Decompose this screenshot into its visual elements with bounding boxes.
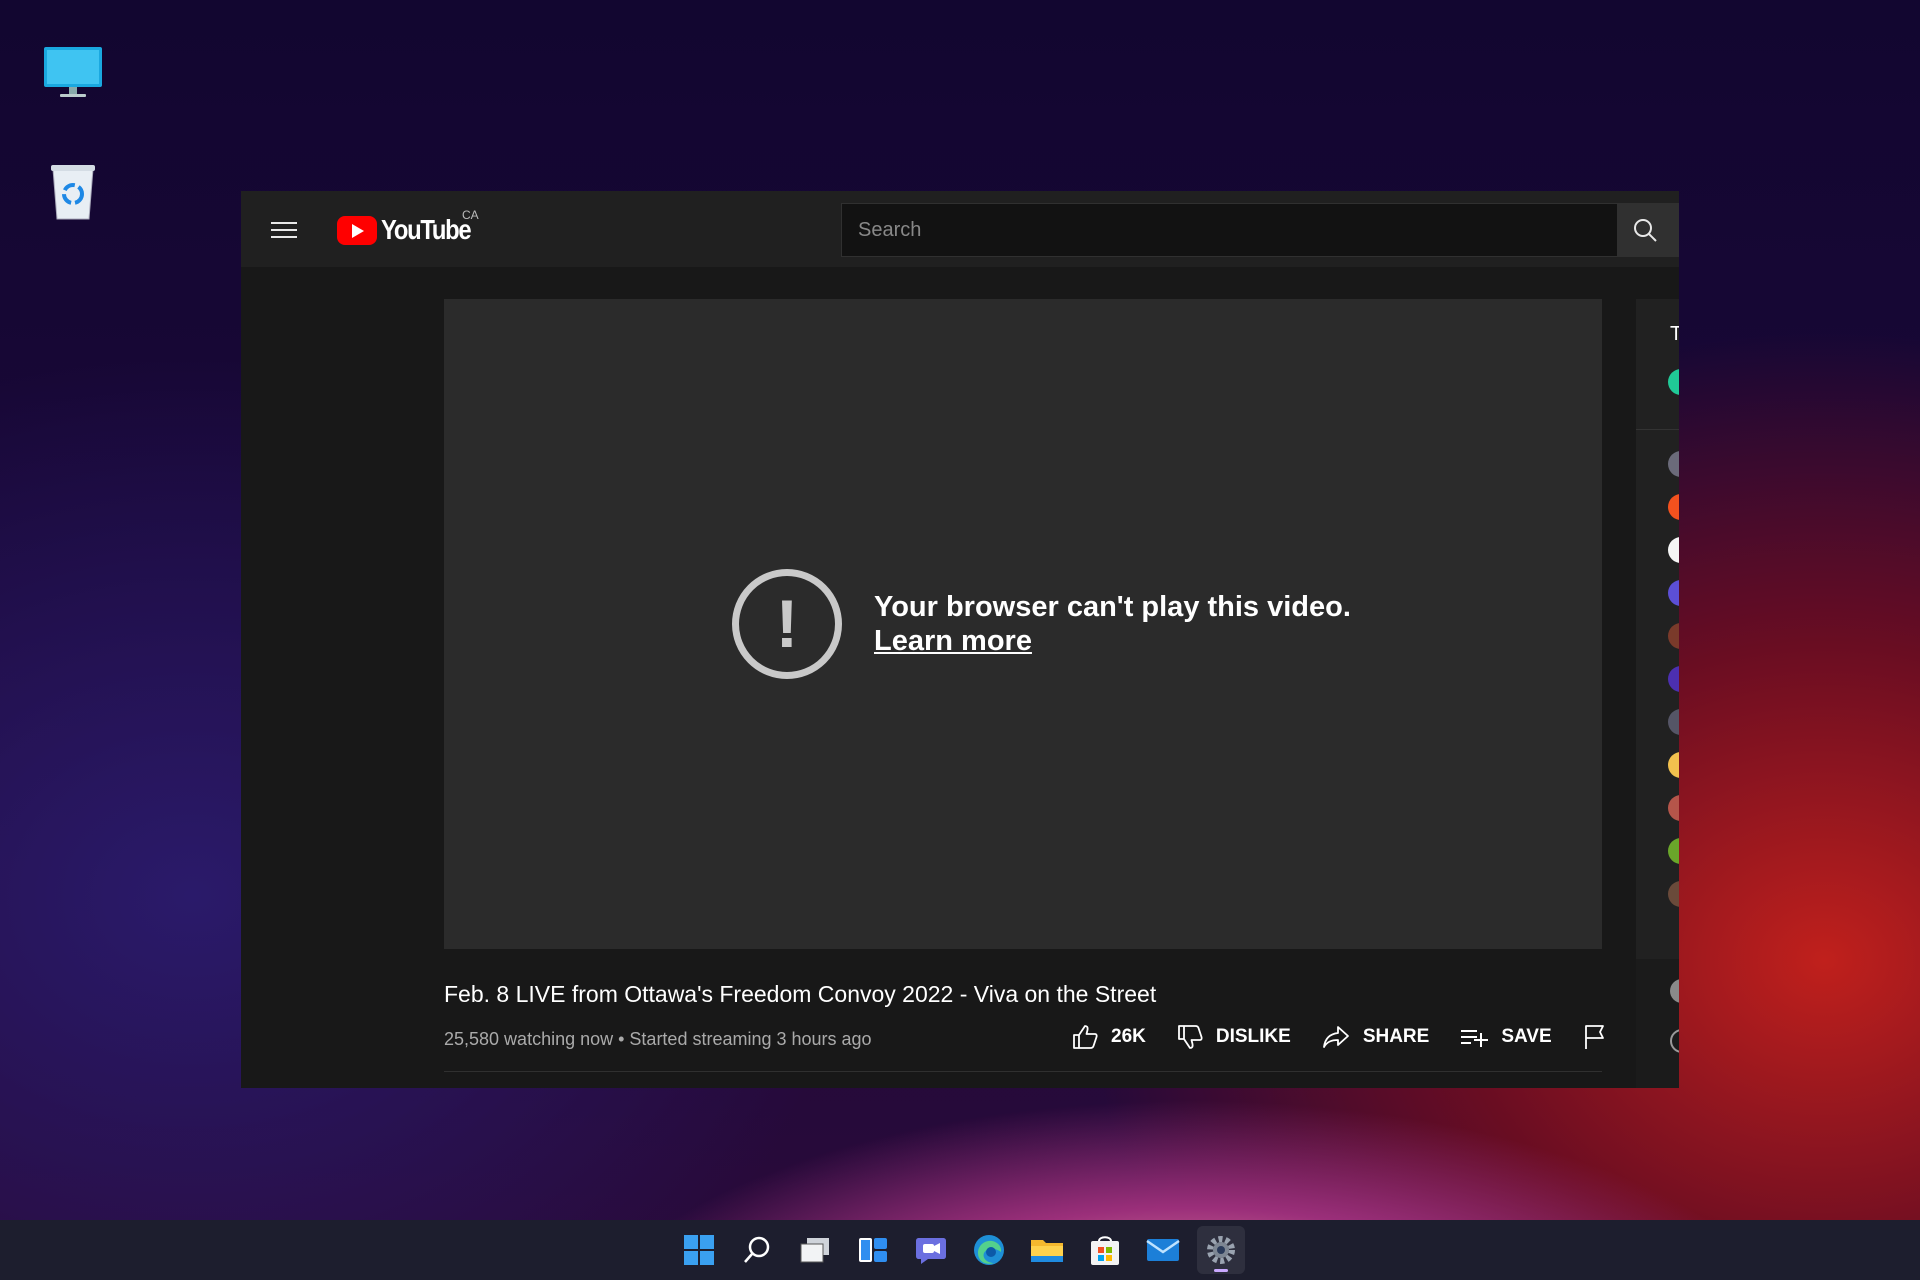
- chat-icon[interactable]: [907, 1226, 955, 1274]
- hamburger-menu-icon[interactable]: [271, 217, 297, 241]
- thumbs-up-icon: [1073, 1025, 1098, 1049]
- chat-avatar: [1668, 580, 1679, 606]
- playlist-add-icon: [1461, 1030, 1489, 1047]
- playback-error: ! Your browser can't play this video. Le…: [732, 569, 1351, 679]
- store-icon[interactable]: [1081, 1226, 1129, 1274]
- country-code: CA: [462, 208, 479, 222]
- like-count: 26K: [1111, 1026, 1146, 1047]
- save-button[interactable]: SAVE: [1459, 1023, 1552, 1051]
- task-view-icon[interactable]: [791, 1226, 839, 1274]
- chat-avatar: [1668, 623, 1679, 649]
- start-icon[interactable]: [675, 1226, 723, 1274]
- dislike-label: DISLIKE: [1215, 1026, 1291, 1047]
- live-chat-panel: T: [1636, 299, 1679, 959]
- share-label: SHARE: [1362, 1026, 1430, 1047]
- chat-header: T: [1670, 323, 1679, 345]
- user-avatar: [1670, 979, 1679, 1003]
- widgets-icon[interactable]: [849, 1226, 897, 1274]
- chat-avatar: [1668, 752, 1679, 778]
- share-icon: [1322, 1026, 1349, 1048]
- video-meta: 25,580 watching now • Started streaming …: [444, 1029, 872, 1049]
- search-icon: [1634, 219, 1657, 242]
- chat-avatar: [1668, 881, 1679, 907]
- learn-more-link[interactable]: Learn more: [874, 625, 1032, 657]
- chat-avatar: [1668, 369, 1679, 395]
- chat-avatar: [1668, 494, 1679, 520]
- taskbar: [0, 1220, 1920, 1280]
- chat-avatar: [1668, 666, 1679, 692]
- recycle-bin-icon[interactable]: [40, 158, 106, 224]
- video-title: Feb. 8 LIVE from Ottawa's Freedom Convoy…: [444, 981, 1157, 1007]
- search-icon[interactable]: [733, 1226, 781, 1274]
- dislike-button[interactable]: DISLIKE: [1176, 1023, 1291, 1051]
- video-player[interactable]: ! Your browser can't play this video. Le…: [444, 299, 1602, 949]
- share-button[interactable]: SHARE: [1321, 1023, 1430, 1051]
- youtube-logo[interactable]: YouTube CA: [337, 208, 486, 246]
- video-actions: 26K DISLIKE SHARE SAVE: [1071, 1017, 1620, 1057]
- this-pc-icon[interactable]: [40, 40, 106, 106]
- like-button[interactable]: 26K: [1071, 1023, 1146, 1051]
- chat-avatar: [1668, 795, 1679, 821]
- chat-avatar: [1668, 838, 1679, 864]
- emoji-icon[interactable]: [1670, 1029, 1679, 1053]
- browser-window: YouTube CA ! Your browser can't play thi…: [241, 191, 1679, 1088]
- flag-icon: [1584, 1025, 1604, 1049]
- search-box: [841, 203, 1618, 257]
- exclamation-circle-icon: !: [732, 569, 842, 679]
- edge-icon[interactable]: [965, 1226, 1013, 1274]
- thumbs-down-icon: [1177, 1025, 1203, 1049]
- mail-icon[interactable]: [1139, 1226, 1187, 1274]
- youtube-header: YouTube CA: [241, 191, 1679, 267]
- chat-avatar: [1668, 451, 1679, 477]
- file-explorer-icon[interactable]: [1023, 1226, 1071, 1274]
- chat-avatar: [1668, 537, 1679, 563]
- settings-icon[interactable]: [1197, 1226, 1245, 1274]
- error-message: Your browser can't play this video.: [874, 591, 1351, 623]
- report-button[interactable]: [1582, 1023, 1620, 1051]
- youtube-play-icon: [337, 215, 377, 245]
- logo-text: YouTube: [381, 214, 472, 245]
- divider: [1636, 429, 1679, 430]
- save-label: SAVE: [1501, 1026, 1552, 1047]
- search-button[interactable]: [1618, 203, 1679, 257]
- divider: [444, 1071, 1602, 1072]
- search-input[interactable]: [842, 204, 1617, 256]
- chat-avatar: [1668, 709, 1679, 735]
- chat-input-area: [1636, 959, 1679, 1088]
